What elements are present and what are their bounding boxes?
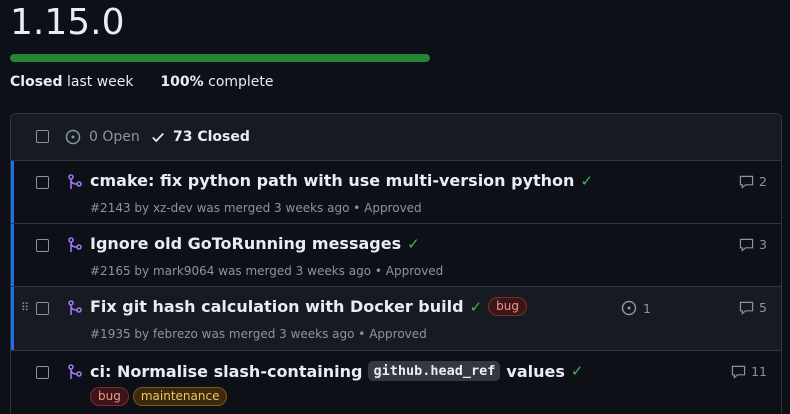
milestone-progress-fill — [10, 54, 430, 62]
list-item[interactable]: cmake: fix python path with use multi-ve… — [11, 161, 781, 224]
row-checkbox[interactable] — [36, 366, 49, 379]
grabber-icon[interactable]: ⠿ — [21, 301, 29, 314]
row-checkbox[interactable] — [36, 302, 49, 315]
comment-count[interactable]: 3 — [739, 237, 767, 252]
pr-meta: #1935 by febrezo was merged 3 weeks ago … — [90, 327, 427, 341]
issue-opened-icon — [65, 129, 81, 145]
pr-meta: #2143 by xz-dev was merged 3 weeks ago •… — [90, 201, 422, 215]
pr-meta: #2165 by mark9064 was merged 3 weeks ago… — [90, 264, 444, 278]
check-icon — [152, 132, 164, 143]
git-merge-icon — [68, 237, 82, 252]
comment-count-value: 2 — [759, 174, 767, 189]
checks-passed-icon[interactable]: ✓ — [407, 235, 420, 253]
closed-when: last week — [67, 74, 134, 90]
label-maintenance[interactable]: maintenance — [132, 387, 228, 406]
linked-issues[interactable]: 1 — [621, 300, 651, 316]
pr-title-text[interactable]: Fix git hash calculation with Docker bui… — [90, 297, 464, 316]
git-merge-icon — [68, 364, 82, 379]
pr-title[interactable]: Fix git hash calculation with Docker bui… — [90, 297, 527, 316]
git-merge-icon — [68, 300, 82, 315]
pr-title[interactable]: cmake: fix python path with use multi-ve… — [90, 171, 593, 190]
comment-count-value: 3 — [759, 237, 767, 252]
closed-status: Closed — [10, 74, 63, 90]
comment-count-value: 11 — [751, 364, 767, 379]
percent-suffix: complete — [208, 74, 274, 90]
pr-title[interactable]: Ignore old GoToRunning messages ✓ — [90, 234, 420, 253]
pr-title-code[interactable]: github.head_ref — [368, 361, 501, 381]
comment-count-value: 5 — [759, 300, 767, 315]
linked-issues-count: 1 — [643, 300, 651, 316]
comment-icon — [739, 175, 754, 189]
row-checkbox[interactable] — [36, 239, 49, 252]
comment-count[interactable]: 2 — [739, 174, 767, 189]
row-checkbox[interactable] — [36, 176, 49, 189]
git-merge-icon — [68, 174, 82, 189]
milestone-title: 1.15.0 — [10, 2, 125, 43]
percent-complete: 100% — [160, 74, 204, 90]
closed-filter[interactable]: 73 Closed — [151, 129, 250, 145]
open-filter[interactable]: 0 Open — [65, 129, 140, 145]
comment-count[interactable]: 5 — [739, 300, 767, 315]
closed-count: 73 Closed — [173, 129, 250, 145]
milestone-meta: Closed last week 100% complete — [10, 74, 274, 90]
comment-icon — [739, 301, 754, 315]
checks-passed-icon[interactable]: ✓ — [470, 298, 483, 316]
pr-title-text[interactable]: Ignore old GoToRunning messages — [90, 234, 401, 253]
list-header: 0 Open 73 Closed — [11, 114, 781, 161]
open-count: 0 Open — [89, 129, 140, 145]
list-item[interactable]: Ignore old GoToRunning messages ✓ #2165 … — [11, 224, 781, 287]
list-item[interactable]: ⠿ Fix git hash calculation with Docker b… — [11, 287, 781, 351]
pr-title-text[interactable]: cmake: fix python path with use multi-ve… — [90, 171, 574, 190]
milestone-progress-bar — [10, 54, 430, 62]
pr-labels: bug maintenance — [90, 387, 228, 406]
checks-passed-icon[interactable]: ✓ — [580, 172, 593, 190]
select-all-checkbox[interactable] — [36, 130, 49, 143]
comment-icon — [731, 365, 746, 379]
pr-title-text[interactable]: ci: Normalise slash-containing — [90, 362, 362, 381]
issue-opened-icon — [621, 300, 637, 316]
list-item[interactable]: ci: Normalise slash-containing github.he… — [11, 351, 781, 414]
pr-list: 0 Open 73 Closed cmake: fix python path … — [10, 113, 782, 414]
pr-title[interactable]: ci: Normalise slash-containing github.he… — [90, 361, 583, 381]
comment-icon — [739, 238, 754, 252]
label-bug[interactable]: bug — [488, 297, 527, 316]
checks-passed-icon[interactable]: ✓ — [571, 362, 584, 380]
comment-count[interactable]: 11 — [731, 364, 767, 379]
label-bug[interactable]: bug — [90, 387, 129, 406]
pr-title-suffix[interactable]: values — [506, 362, 564, 381]
